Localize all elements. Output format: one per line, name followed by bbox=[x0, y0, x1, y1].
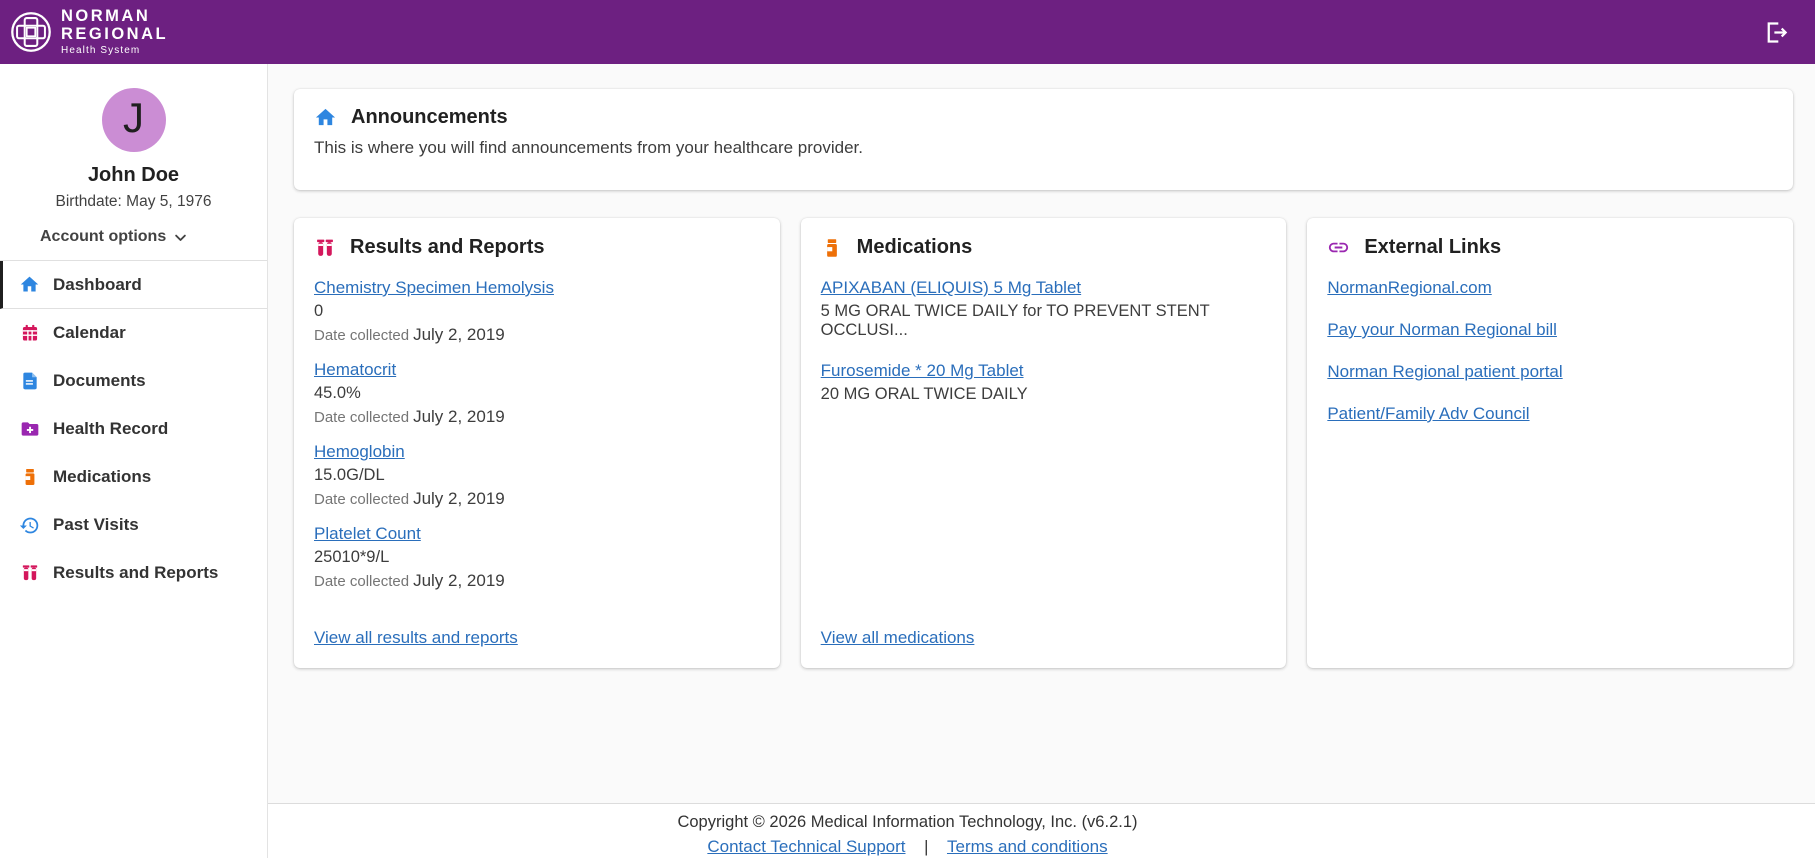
external-links-title: External Links bbox=[1364, 236, 1502, 258]
contact-support-link[interactable]: Contact Technical Support bbox=[707, 837, 905, 856]
brand-logo: NORMAN REGIONAL Health System bbox=[10, 6, 169, 57]
results-card: Results and Reports Chemistry Specimen H… bbox=[294, 218, 780, 668]
date-collected-label: Date collected bbox=[314, 409, 410, 426]
footer-separator: | bbox=[924, 838, 929, 856]
copyright-text: Copyright © 2026 Medical Information Tec… bbox=[677, 813, 1138, 831]
medication-link[interactable]: Furosemide * 20 Mg Tablet bbox=[821, 361, 1024, 380]
sidebar-item-label: Medications bbox=[53, 467, 152, 486]
date-collected-value: July 2, 2019 bbox=[413, 407, 505, 426]
sidebar-item-past-visits[interactable]: Past Visits bbox=[0, 501, 267, 549]
view-all-medications-link[interactable]: View all medications bbox=[821, 628, 975, 647]
brand-line3: Health System bbox=[61, 45, 141, 57]
user-profile: J John Doe Birthdate: May 5, 1976 Accoun… bbox=[0, 64, 267, 261]
sidebar: J John Doe Birthdate: May 5, 1976 Accoun… bbox=[0, 64, 268, 858]
document-icon bbox=[19, 371, 40, 392]
sidebar-item-label: Documents bbox=[53, 371, 146, 390]
sidebar-item-dashboard[interactable]: Dashboard bbox=[0, 261, 267, 309]
result-value: 45.0% bbox=[314, 384, 361, 402]
avatar-initial: J bbox=[123, 94, 144, 141]
result-item: Hemoglobin 15.0G/DL Date collected July 2… bbox=[314, 442, 760, 509]
sidebar-item-results-and-reports[interactable]: Results and Reports bbox=[0, 549, 267, 597]
date-collected-value: July 2, 2019 bbox=[413, 571, 505, 590]
history-icon bbox=[19, 515, 40, 536]
page-footer: Copyright © 2026 Medical Information Tec… bbox=[0, 803, 1815, 858]
date-collected-value: July 2, 2019 bbox=[413, 325, 505, 344]
medication-item: Furosemide * 20 Mg Tablet 20 MG ORAL TWI… bbox=[821, 361, 1267, 404]
announcements-title: Announcements bbox=[351, 106, 508, 128]
logout-button[interactable] bbox=[1762, 19, 1789, 46]
external-link[interactable]: Patient/Family Adv Council bbox=[1327, 404, 1773, 424]
app-header: NORMAN REGIONAL Health System bbox=[0, 0, 1815, 64]
result-item: Chemistry Specimen Hemolysis 0 Date coll… bbox=[314, 278, 760, 345]
main-content: Announcements This is where you will fin… bbox=[269, 64, 1815, 803]
announcements-body: This is where you will find announcement… bbox=[314, 138, 863, 157]
avatar: J bbox=[101, 88, 166, 152]
external-link[interactable]: NormanRegional.com bbox=[1327, 278, 1773, 298]
sidebar-item-label: Past Visits bbox=[53, 515, 139, 534]
sidebar-item-documents[interactable]: Documents bbox=[0, 357, 267, 405]
pill-bottle-icon bbox=[821, 237, 843, 259]
result-value: 15.0G/DL bbox=[314, 466, 385, 484]
test-tubes-icon bbox=[314, 237, 336, 259]
results-title: Results and Reports bbox=[350, 236, 545, 258]
date-collected-label: Date collected bbox=[314, 327, 410, 344]
date-collected-label: Date collected bbox=[314, 573, 410, 590]
result-item: Hematocrit 45.0% Date collected July 2, 2… bbox=[314, 360, 760, 427]
sidebar-item-label: Results and Reports bbox=[53, 563, 219, 582]
announcements-card: Announcements This is where you will fin… bbox=[294, 89, 1793, 190]
result-item: Platelet Count 25010*9/L Date collected J… bbox=[314, 524, 760, 591]
medications-card: Medications APIXABAN (ELIQUIS) 5 Mg Tabl… bbox=[800, 218, 1287, 668]
external-links-card: External Links NormanRegional.com Pay yo… bbox=[1307, 218, 1794, 668]
view-all-results-link[interactable]: View all results and reports bbox=[314, 628, 518, 647]
external-link[interactable]: Pay your Norman Regional bill bbox=[1327, 320, 1773, 340]
brand-text: NORMAN REGIONAL Health System bbox=[61, 6, 169, 57]
result-link[interactable]: Chemistry Specimen Hemolysis bbox=[314, 278, 554, 297]
chevron-down-icon bbox=[173, 230, 188, 245]
date-collected-label: Date collected bbox=[314, 491, 410, 508]
brand-line2: REGIONAL bbox=[61, 24, 169, 43]
sidebar-item-health-record[interactable]: Health Record bbox=[0, 405, 267, 453]
user-name: John Doe bbox=[87, 164, 180, 186]
pill-bottle-icon bbox=[19, 467, 40, 488]
result-value: 0 bbox=[314, 302, 324, 320]
medication-link[interactable]: APIXABAN (ELIQUIS) 5 Mg Tablet bbox=[821, 278, 1081, 297]
result-link[interactable]: Platelet Count bbox=[314, 524, 421, 543]
result-link[interactable]: Hematocrit bbox=[314, 360, 396, 379]
account-options-label: Account options bbox=[40, 228, 167, 245]
dashboard-cards-row: Results and Reports Chemistry Specimen H… bbox=[294, 218, 1794, 668]
sidebar-item-label: Calendar bbox=[53, 323, 126, 342]
home-icon bbox=[19, 274, 40, 295]
home-icon bbox=[314, 106, 337, 129]
sidebar-nav: Dashboard Calendar Documents Health Reco… bbox=[0, 261, 267, 597]
user-birthdate: Birthdate: May 5, 1976 bbox=[55, 193, 212, 210]
medications-title: Medications bbox=[856, 236, 973, 258]
result-link[interactable]: Hemoglobin bbox=[314, 442, 405, 461]
sidebar-item-calendar[interactable]: Calendar bbox=[0, 309, 267, 357]
folder-plus-icon bbox=[19, 419, 40, 440]
sidebar-item-label: Dashboard bbox=[53, 274, 142, 294]
account-options-button[interactable]: Account options bbox=[40, 228, 188, 246]
calendar-icon bbox=[19, 323, 40, 344]
external-link[interactable]: Norman Regional patient portal bbox=[1327, 362, 1773, 382]
link-icon bbox=[1327, 236, 1350, 259]
sidebar-item-medications[interactable]: Medications bbox=[0, 453, 267, 501]
result-value: 25010*9/L bbox=[314, 548, 390, 566]
test-tubes-icon bbox=[19, 563, 40, 584]
medication-item: APIXABAN (ELIQUIS) 5 Mg Tablet 5 MG ORAL… bbox=[821, 278, 1267, 340]
date-collected-value: July 2, 2019 bbox=[413, 489, 505, 508]
sidebar-item-label: Health Record bbox=[53, 419, 169, 438]
logout-icon bbox=[1762, 19, 1789, 46]
norman-regional-knot-icon bbox=[10, 11, 52, 53]
terms-link[interactable]: Terms and conditions bbox=[947, 837, 1108, 856]
medication-sig: 5 MG ORAL TWICE DAILY for TO PREVENT STE… bbox=[820, 302, 1210, 339]
medication-sig: 20 MG ORAL TWICE DAILY bbox=[820, 385, 1028, 403]
brand-line1: NORMAN bbox=[61, 6, 151, 25]
